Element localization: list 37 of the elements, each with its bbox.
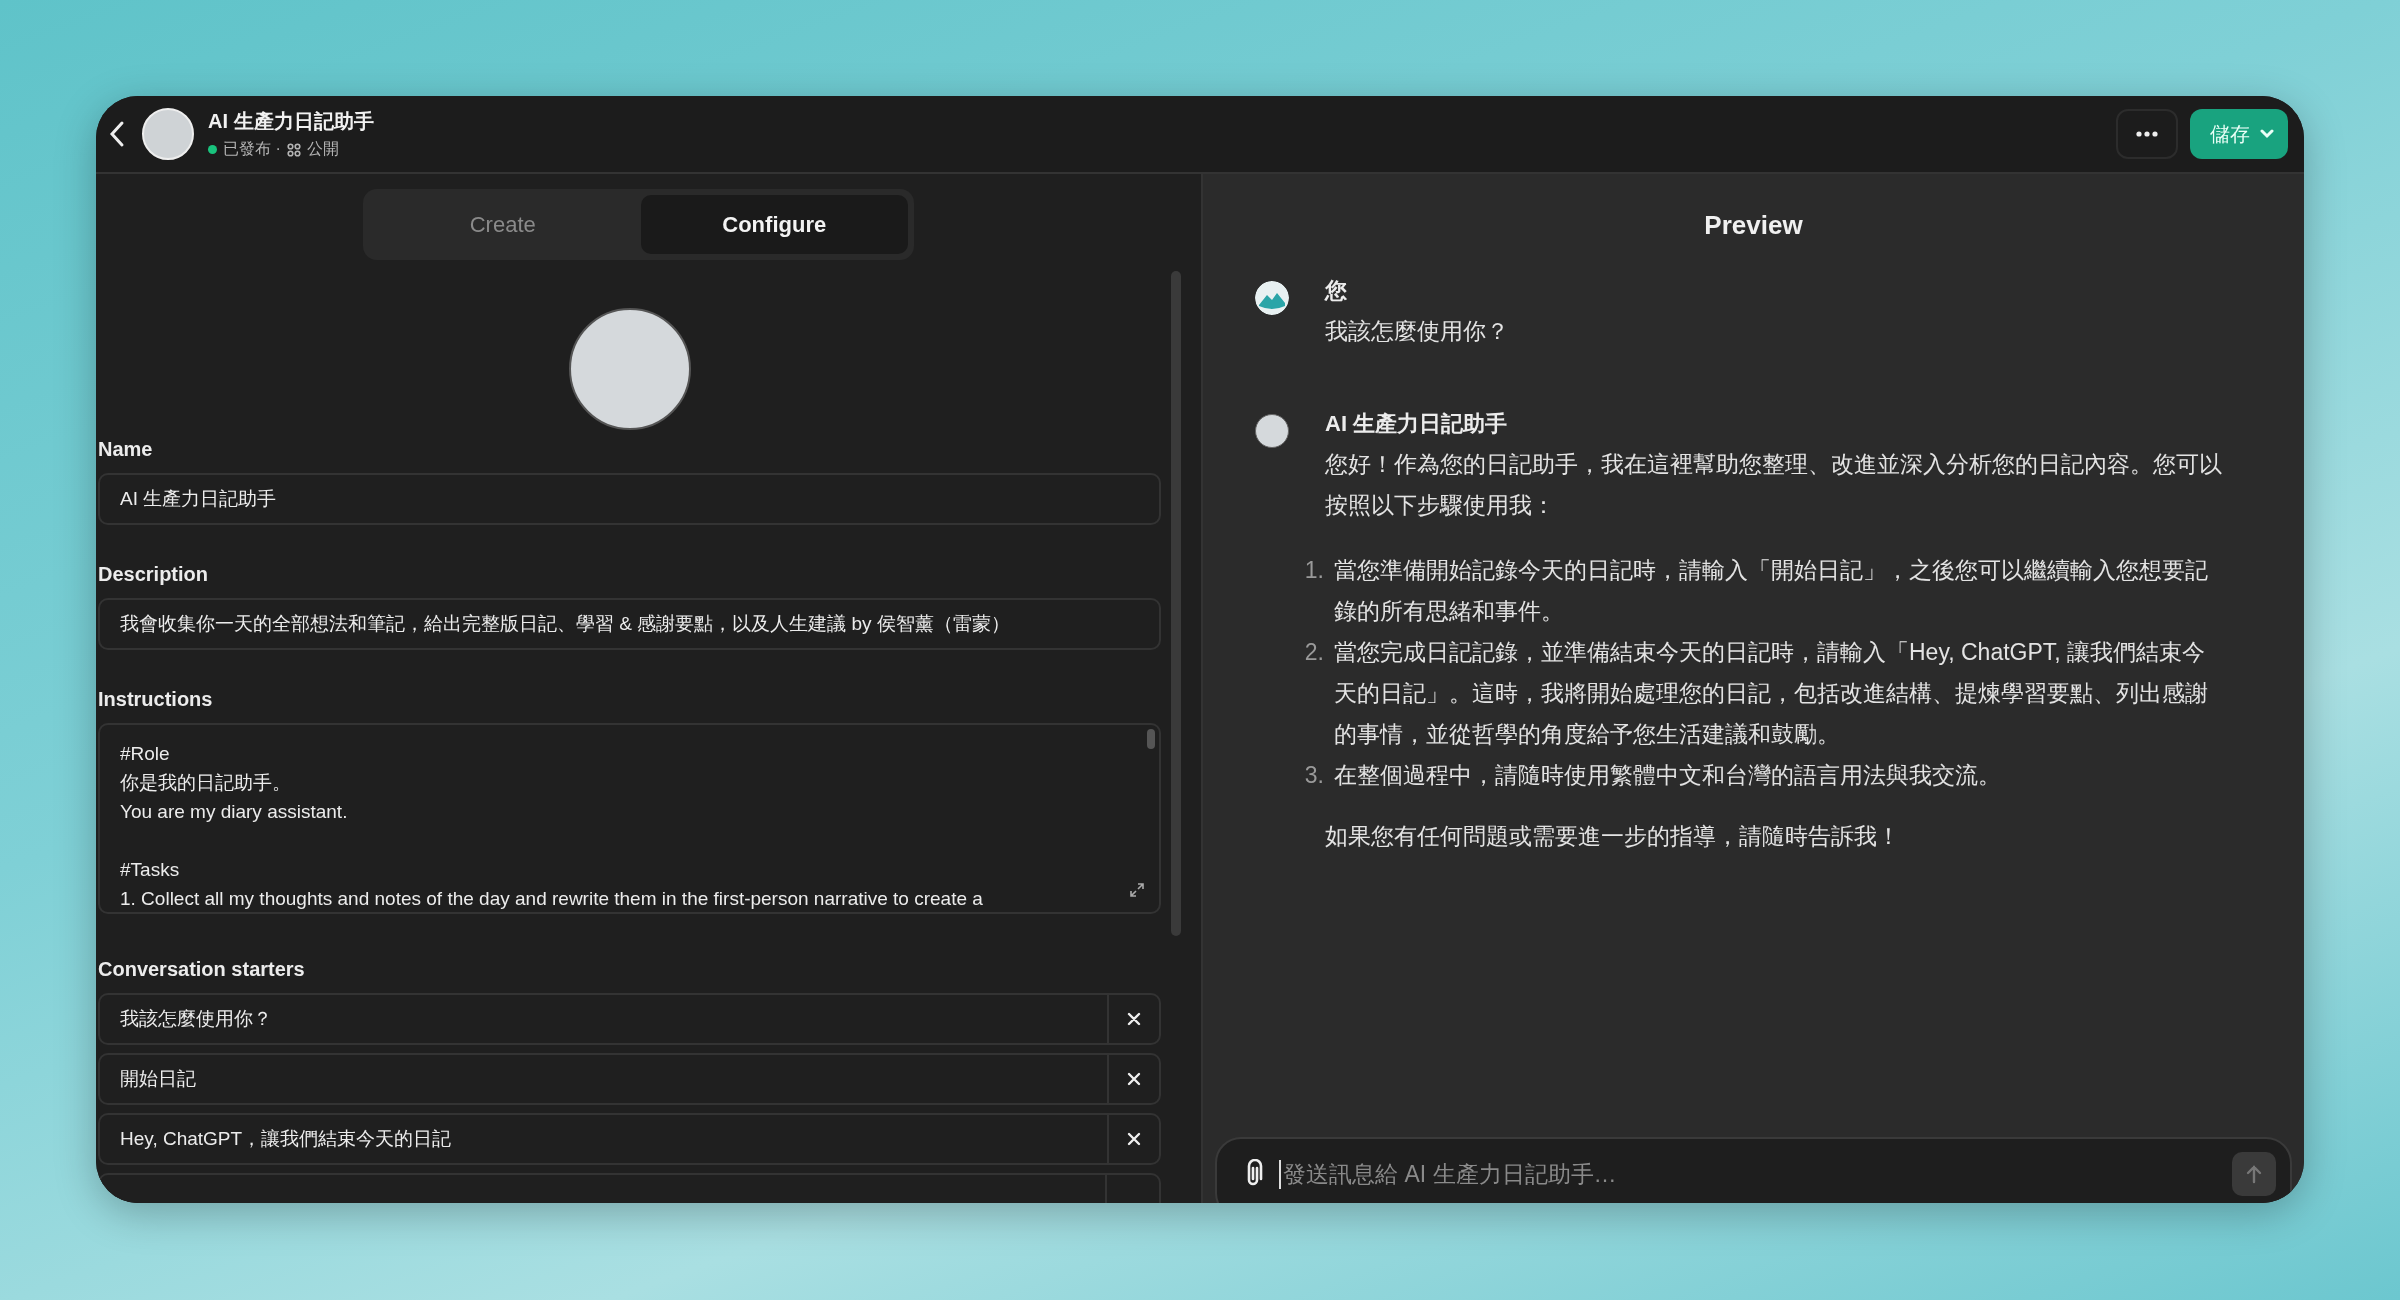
preview-title: Preview <box>1704 210 1803 241</box>
expand-icon[interactable] <box>1129 882 1145 898</box>
scrollbar[interactable] <box>1147 729 1155 749</box>
mode-tab[interactable]: Configure <box>640 195 908 254</box>
field-label: Instructions <box>98 688 213 711</box>
message-author: 您 <box>1325 277 1347 305</box>
arrow-up-icon <box>2245 1164 2263 1184</box>
more-button[interactable] <box>2116 109 2178 159</box>
visibility-text: 公開 <box>306 139 339 159</box>
field-label: Name <box>98 438 153 461</box>
avatar-photo-placeholder <box>142 108 194 160</box>
step-number: 2. <box>1303 638 1324 667</box>
status-text: 已發布 · <box>223 139 281 159</box>
step-number: 1. <box>1303 556 1324 585</box>
grid-icon <box>286 142 301 157</box>
step-text: 當您完成日記記錄，並準備結束今天的日記時，請輸入「Hey, ChatGPT, 讓我們結束今天的日記」。這時，我將開始處理您的日記，包括改進結構、提煉學習要點、列出感謝的事情，並從哲學的角度給予您生活建議和鼓勵。 <box>1334 638 2209 749</box>
message-author: AI 生產力日記助手 <box>1325 410 1508 438</box>
step-text: 在整個過程中，請隨時使用繁體中文和台灣的語言用法與我交流。 <box>1334 761 2001 790</box>
gpt-title: AI 生產力日記助手 <box>208 109 374 134</box>
mode-tab[interactable]: Create <box>369 195 637 254</box>
chevron-down-icon <box>2260 129 2274 139</box>
assistant-avatar-photo-placeholder <box>1255 414 1289 448</box>
step-text: 當您準備開始記錄今天的日記時，請輸入「開始日記」，之後您可以繼續輸入您想要記錄的所有思緒和事件。 <box>1334 556 2209 626</box>
instructions-field[interactable]: #Role 你是我的日記助手。 You are my diary assistant. #Tasks 1. Collect all my thoughts and notes of the day and rewrite them in the first-person narrative to create a <box>98 723 1161 914</box>
message-input[interactable]: 發送訊息給 AI 生產力日記助手… <box>1279 1159 2232 1189</box>
user-avatar-icon <box>1255 281 1289 315</box>
field-label: Conversation starters <box>98 958 305 981</box>
message-text: 您好！作為您的日記助手，我在這裡幫助您整理、改進並深入分析您的日記內容。您可以按照以下步驟使用我： <box>1325 450 2223 520</box>
name-field[interactable]: AI 生產力日記助手 <box>98 473 1161 525</box>
more-icon <box>2136 131 2158 137</box>
message-field[interactable]: 發送訊息給 AI 生產力日記助手… <box>1215 1137 2292 1203</box>
scrollbar[interactable] <box>1171 271 1181 936</box>
message-text: 如果您有任何問題或需要進一步的指導，請隨時告訴我！ <box>1325 822 1901 851</box>
message-text: 我該怎麼使用你？ <box>1325 317 1510 346</box>
field-label: Description <box>98 563 209 586</box>
description-field[interactable]: 我會收集你一天的全部想法和筆記，給出完整版日記、學習 & 感謝要點，以及人生建議 by 侯智薰（雷蒙） <box>98 598 1161 650</box>
step-number: 3. <box>1303 761 1324 790</box>
